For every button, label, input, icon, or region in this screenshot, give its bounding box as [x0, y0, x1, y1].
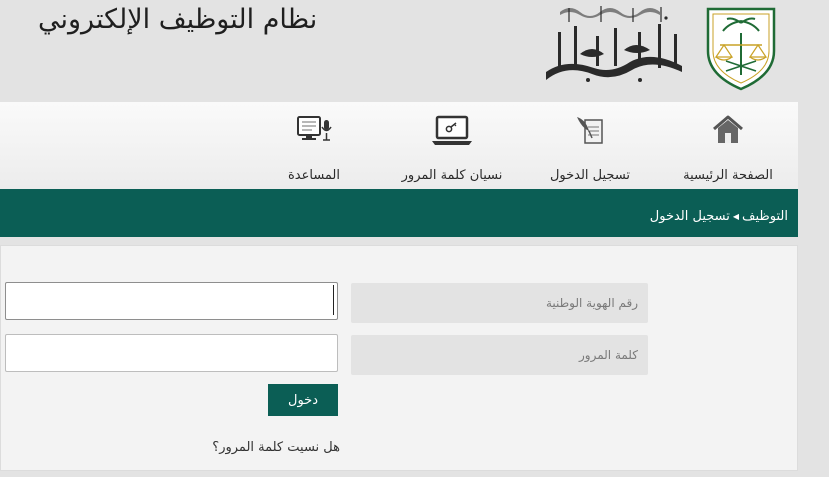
nav-item-label: نسيان كلمة المرور — [401, 168, 503, 183]
password-label: كلمة المرور — [351, 335, 648, 375]
nav-item-label: تسجيل الدخول — [549, 168, 631, 183]
breadcrumb-item-login: تسجيل الدخول — [649, 209, 730, 224]
nav-item-label: المساعدة — [287, 168, 341, 183]
text-caret — [333, 285, 334, 315]
breadcrumb: التوظيف◀تسجيل الدخول — [650, 189, 788, 237]
board-of-grievances-logo — [546, 6, 682, 82]
site-header: نظام التوظيف الإلكتروني — [0, 0, 829, 102]
nav-item-help[interactable]: المساعدة — [254, 102, 374, 189]
quill-document-icon — [577, 117, 603, 144]
national-id-label: رقم الهوية الوطنية — [351, 283, 648, 323]
password-input[interactable] — [5, 334, 338, 372]
nav-item-forgot-password[interactable]: نسيان كلمة المرور — [392, 102, 512, 189]
nav-item-label: الصفحة الرئيسية — [683, 168, 773, 183]
emblem-icon — [706, 7, 776, 91]
home-icon — [713, 115, 743, 143]
forgot-password-link[interactable]: هل نسيت كلمة المرور؟ — [120, 440, 340, 455]
laptop-key-icon — [432, 115, 472, 145]
help-desk-icon — [297, 116, 332, 141]
main-nav: الصفحة الرئيسية تسجيل الدخول نسيان كلمة … — [0, 102, 798, 189]
nav-item-home[interactable]: الصفحة الرئيسية — [668, 102, 788, 189]
breadcrumb-bar: التوظيف◀تسجيل الدخول — [0, 189, 798, 237]
site-title: نظام التوظيف الإلكتروني — [38, 4, 318, 35]
nav-item-login[interactable]: تسجيل الدخول — [530, 102, 650, 189]
login-button[interactable]: دخول — [268, 384, 338, 416]
breadcrumb-item-employment[interactable]: التوظيف — [742, 209, 788, 224]
triangle-left-icon: ◀ — [732, 212, 740, 221]
national-id-input[interactable] — [5, 282, 338, 320]
